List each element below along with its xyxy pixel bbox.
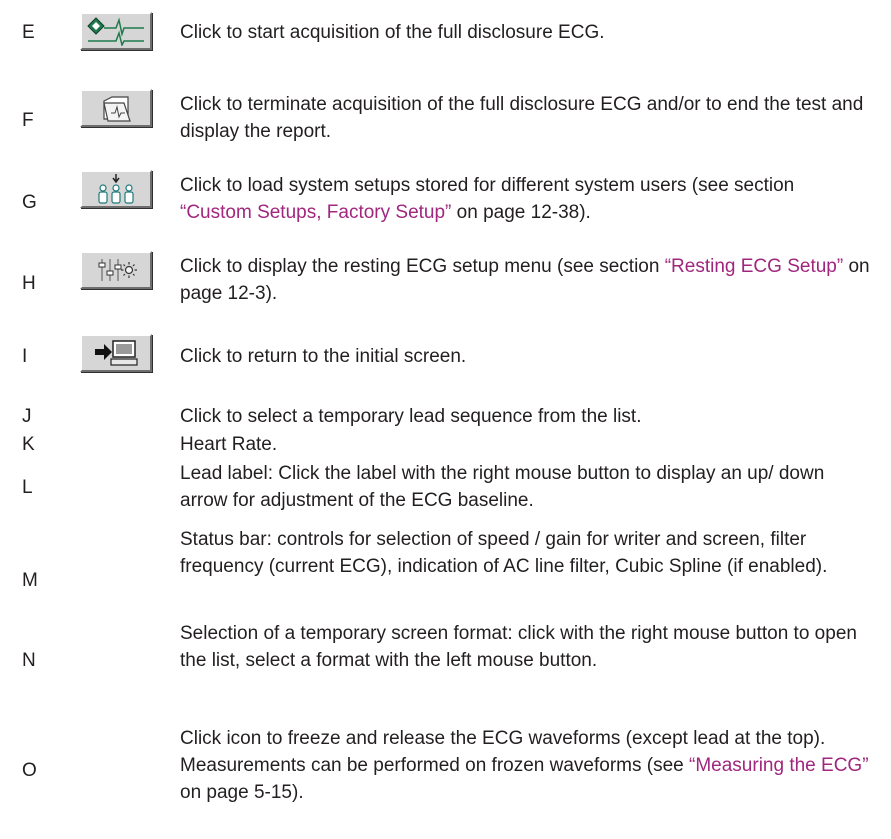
row-description: Click icon to freeze and release the ECG… bbox=[180, 725, 870, 806]
row-letter: E bbox=[22, 22, 35, 43]
resting-ecg-setup-link[interactable]: “Resting ECG Setup” bbox=[665, 256, 843, 277]
start-acquisition-button[interactable] bbox=[80, 12, 152, 50]
row-description: Click to terminate acquisition of the fu… bbox=[180, 94, 864, 142]
terminate-acquisition-button[interactable] bbox=[80, 89, 152, 127]
row-description: Lead label: Click the label with the rig… bbox=[180, 463, 825, 511]
row-letter: G bbox=[22, 192, 37, 213]
users-setup-icon bbox=[98, 174, 134, 204]
start-ecg-acquisition-icon bbox=[87, 17, 144, 46]
row-description: Click to start acquisition of the full d… bbox=[180, 22, 605, 43]
resting-ecg-setup-button[interactable] bbox=[80, 251, 152, 289]
row-letter: J bbox=[22, 406, 32, 427]
return-initial-screen-button[interactable] bbox=[80, 334, 152, 372]
custom-setups-link[interactable]: “Custom Setups, Factory Setup” bbox=[180, 202, 451, 223]
row-letter: H bbox=[22, 273, 36, 294]
row-letter: I bbox=[22, 346, 28, 367]
row-letter: L bbox=[22, 477, 33, 498]
description-text: Click to display the resting ECG setup m… bbox=[180, 256, 665, 277]
row-description: Heart Rate. bbox=[180, 434, 278, 455]
row-letter: M bbox=[22, 570, 38, 591]
row-letter: F bbox=[22, 110, 34, 131]
row-description: Click to display the resting ECG setup m… bbox=[180, 253, 870, 307]
row-description: Click to select a temporary lead sequenc… bbox=[180, 406, 642, 427]
measuring-ecg-link[interactable]: “Measuring the ECG” bbox=[689, 755, 869, 776]
row-letter: O bbox=[22, 760, 37, 781]
description-text: on page 5-15). bbox=[180, 782, 304, 803]
row-description: Selection of a temporary screen format: … bbox=[180, 623, 857, 671]
setup-sliders-icon bbox=[98, 259, 137, 281]
row-description: Click to return to the initial screen. bbox=[180, 346, 467, 367]
folder-ecg-icon bbox=[103, 96, 131, 122]
description-text: Click to load system setups stored for d… bbox=[180, 175, 795, 196]
row-letter: N bbox=[22, 650, 36, 671]
return-initial-screen-icon bbox=[95, 340, 138, 366]
row-description: Click to load system setups stored for d… bbox=[180, 172, 870, 226]
description-text: on page 12-38). bbox=[451, 202, 591, 223]
load-user-setups-button[interactable] bbox=[80, 170, 152, 208]
row-letter: K bbox=[22, 434, 35, 455]
row-description: Status bar: controls for selection of sp… bbox=[180, 529, 828, 577]
